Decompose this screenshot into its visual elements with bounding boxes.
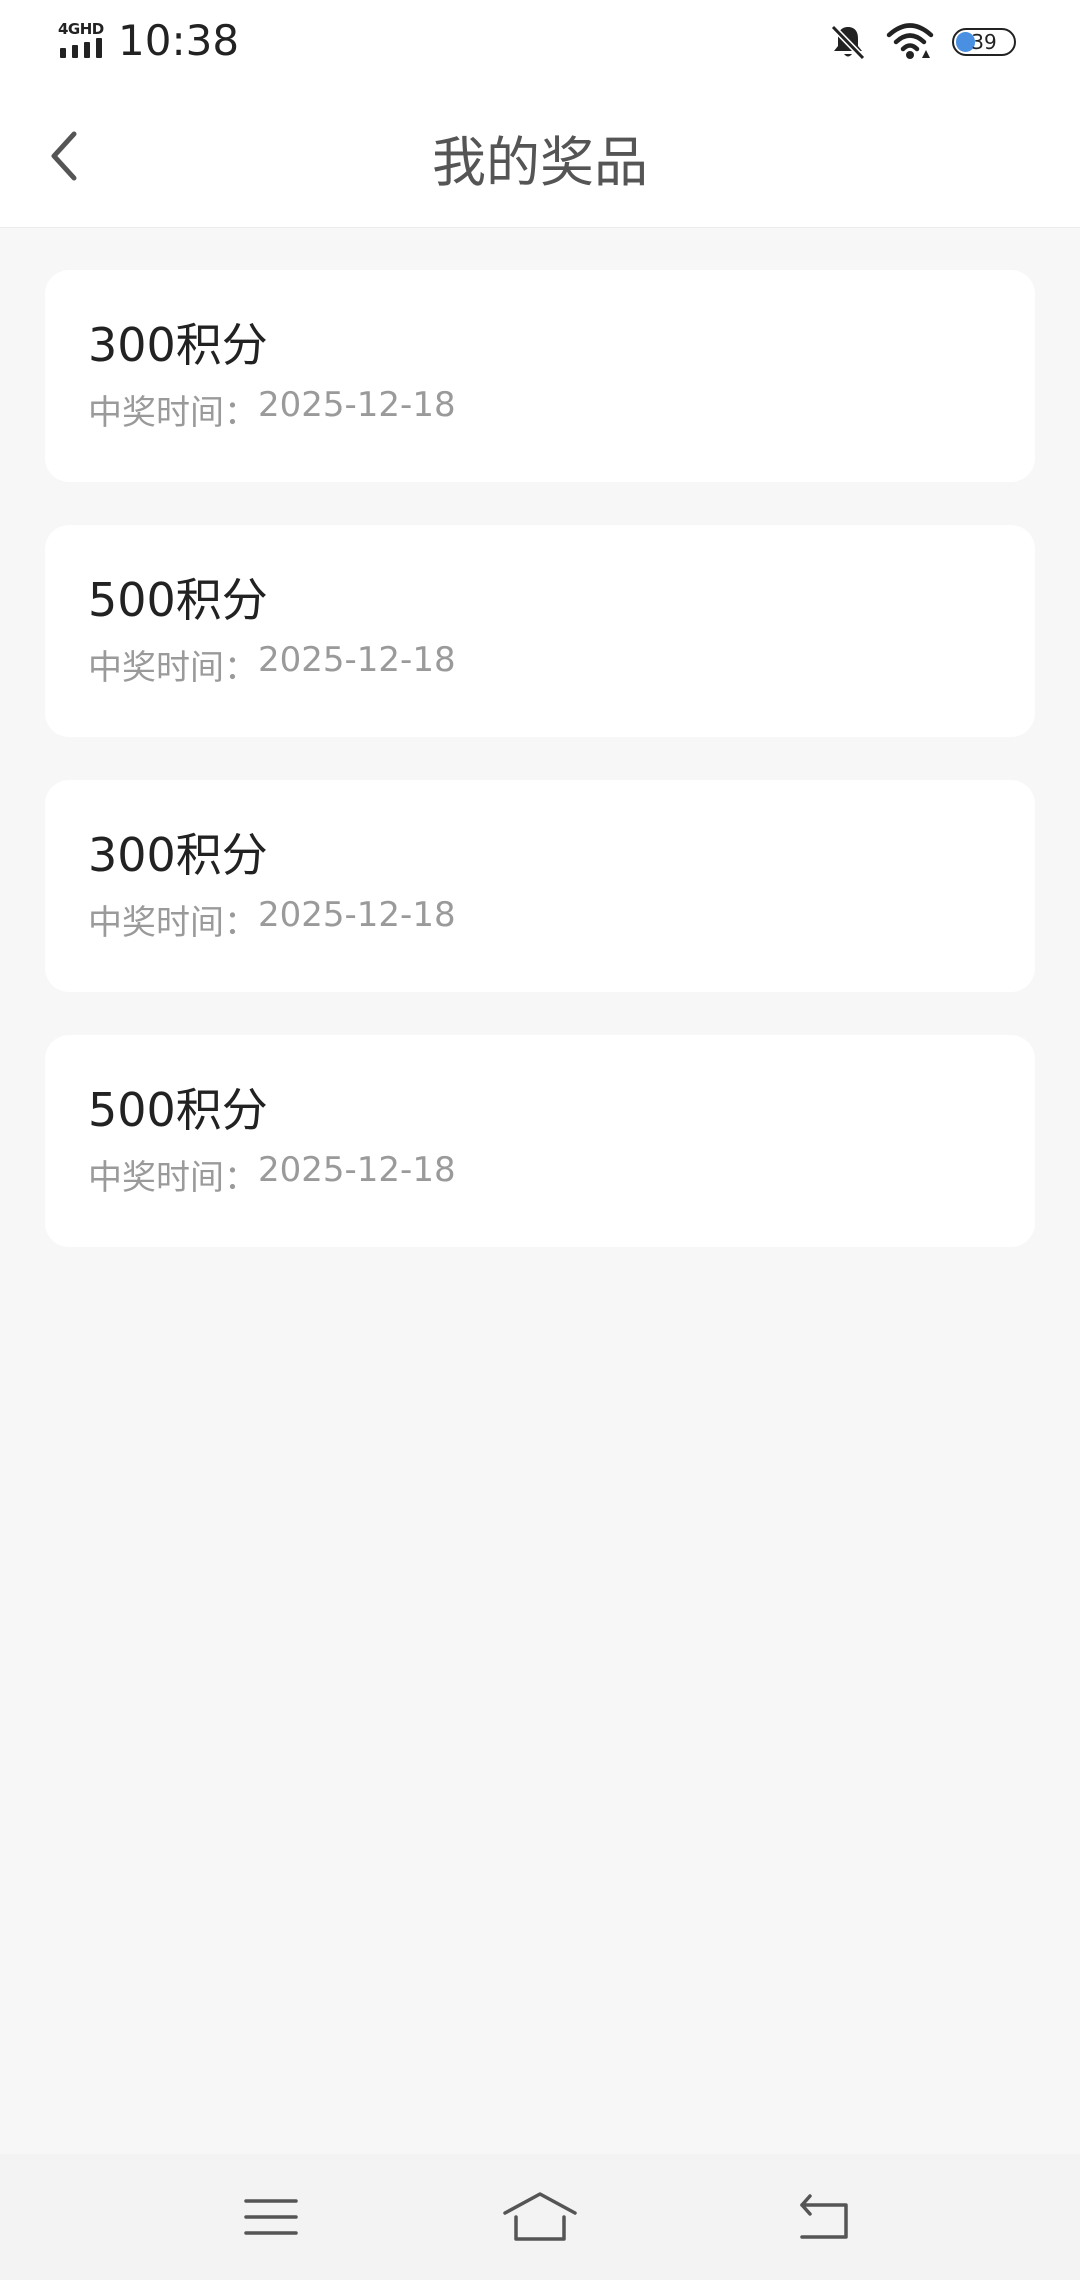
bell-muted-icon [830, 24, 866, 61]
prize-card[interactable]: 500积分 中奖时间： 2025-12-18 [45, 525, 1035, 737]
nav-bar: 我的奖品 [0, 86, 1080, 228]
menu-icon [244, 2199, 298, 2235]
battery-icon: 39 [952, 28, 1016, 56]
signal-bars-icon [60, 38, 102, 58]
signal-icon: 4GHD [58, 20, 108, 60]
prize-date: 2025-12-18 [258, 1149, 456, 1190]
prize-date: 2025-12-18 [258, 384, 456, 425]
prize-card[interactable]: 300积分 中奖时间： 2025-12-18 [45, 270, 1035, 482]
prize-card[interactable]: 300积分 中奖时间： 2025-12-18 [45, 780, 1035, 992]
page-title: 我的奖品 [432, 131, 648, 194]
prize-name: 300积分 [88, 318, 268, 372]
prize-date: 2025-12-18 [258, 639, 456, 680]
prize-name: 300积分 [88, 828, 268, 882]
prize-name: 500积分 [88, 573, 268, 627]
prize-time-label: 中奖时间： [88, 647, 258, 688]
prize-time: 中奖时间： 2025-12-18 [88, 895, 1035, 944]
status-icons: 39 [828, 20, 1016, 64]
prize-list: 300积分 中奖时间： 2025-12-18 500积分 中奖时间： 2025-… [45, 270, 1035, 1290]
prize-time: 中奖时间： 2025-12-18 [88, 640, 1035, 689]
prize-time: 中奖时间： 2025-12-18 [88, 1150, 1035, 1199]
prize-card[interactable]: 500积分 中奖时间： 2025-12-18 [45, 1035, 1035, 1247]
prize-time-label: 中奖时间： [88, 1157, 258, 1198]
wifi-icon [886, 23, 934, 59]
system-nav-bar [0, 2154, 1080, 2280]
prize-time: 中奖时间： 2025-12-18 [88, 385, 1035, 434]
prize-time-label: 中奖时间： [88, 902, 258, 943]
menu-button[interactable] [231, 2182, 311, 2252]
status-bar: 4GHD 10:38 39 [0, 0, 1080, 86]
prize-date: 2025-12-18 [258, 894, 456, 935]
prize-time-label: 中奖时间： [88, 392, 258, 433]
network-type: 4GHD [58, 20, 104, 38]
screen: 4GHD 10:38 39 我的奖品 300积分 中奖时间： 2025-12-1… [0, 0, 1080, 2280]
back-nav-button[interactable] [784, 2182, 864, 2252]
home-button[interactable] [500, 2182, 580, 2252]
prize-name: 500积分 [88, 1083, 268, 1137]
home-icon [503, 2192, 577, 2241]
clock: 10:38 [118, 16, 240, 65]
battery-level: 39 [971, 30, 997, 54]
back-icon [800, 2194, 848, 2239]
